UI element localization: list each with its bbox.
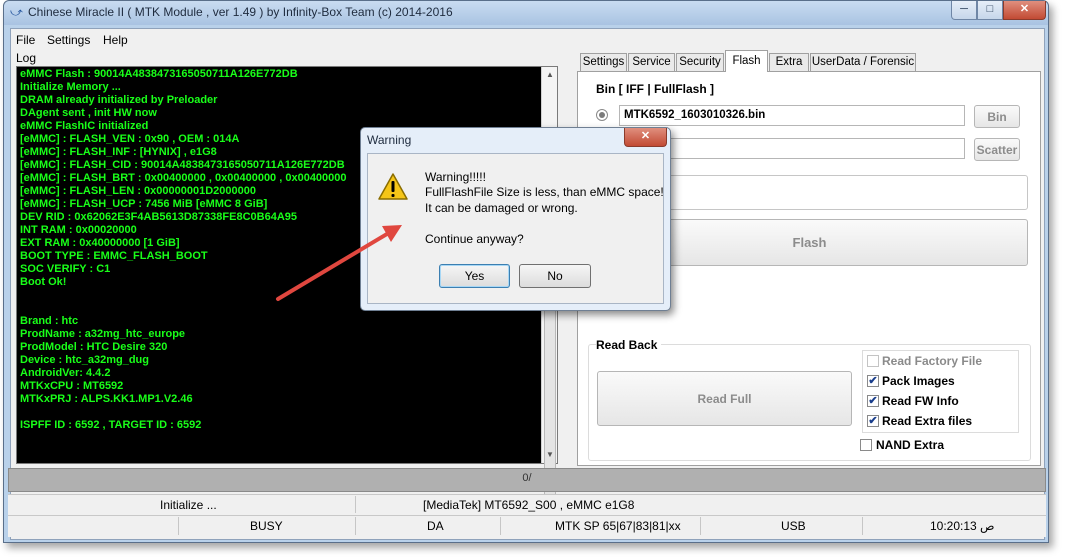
status-divider (700, 517, 701, 535)
log-line: eMMC FlashIC initialized (20, 120, 149, 132)
dialog-question: Continue anyway? (425, 232, 524, 246)
status-divider (355, 496, 356, 513)
readback-label: Read Back (596, 338, 662, 352)
log-line: Boot Ok! (20, 276, 67, 288)
log-line: [eMMC] : FLASH_INF : [HYNIX] , e1G8 (20, 146, 217, 158)
log-line: [eMMC] : FLASH_CID : 90014A4838473165050… (20, 159, 345, 171)
read-fw-info-checkbox[interactable]: ✔ (867, 395, 879, 407)
log-line: EXT RAM : 0x40000000 [1 GiB] (20, 237, 180, 249)
progress-text: 0/ (522, 472, 532, 484)
log-line: [eMMC] : FLASH_UCP : 7456 MiB [eMMC 8 Gi… (20, 198, 268, 210)
status-divider (178, 517, 179, 535)
log-label: Log (16, 51, 37, 65)
dialog-line-1: Warning!!!!! (425, 170, 486, 184)
log-line: DAgent sent , init HW now (20, 107, 157, 119)
annotation-arrow-icon (270, 215, 410, 310)
status-mtk-sp: MTK SP 65|67|83|81|xx (555, 519, 681, 533)
status-divider (355, 517, 356, 535)
read-full-button[interactable]: Read Full (597, 371, 852, 426)
pack-images-checkbox[interactable]: ✔ (867, 375, 879, 387)
log-line: ISPFF ID : 6592 , TARGET ID : 6592 (20, 419, 202, 431)
dialog-body (367, 153, 664, 304)
log-line: AndroidVer: 4.4.2 (20, 367, 111, 379)
log-line: [eMMC] : FLASH_LEN : 0x00000001D2000000 (20, 185, 256, 197)
bin-button[interactable]: Bin (974, 105, 1020, 128)
log-line: Device : htc_a32mg_dug (20, 354, 149, 366)
menu-file[interactable]: File (16, 33, 35, 47)
read-factory-file-checkbox[interactable] (867, 355, 879, 367)
minimize-button[interactable]: ─ (951, 1, 977, 20)
bin-radio[interactable] (596, 109, 608, 121)
dialog-close-button[interactable]: ✕ (624, 128, 667, 147)
yes-button[interactable]: Yes (439, 264, 510, 288)
tab-settings[interactable]: Settings (580, 53, 627, 71)
log-line: [eMMC] : FLASH_BRT : 0x00400000 , 0x0040… (20, 172, 347, 184)
pack-images-label: Pack Images (882, 374, 955, 388)
status-divider (500, 517, 501, 535)
log-line: MTKxCPU : MT6592 (20, 380, 124, 392)
status-usb: USB (781, 519, 806, 533)
tab-userdata-forensic[interactable]: UserData / Forensic (810, 53, 916, 71)
status-device-info: [MediaTek] MT6592_S00 , eMMC e1G8 (423, 498, 635, 512)
status-da: DA (427, 519, 444, 533)
window-title: Chinese Miracle II ( MTK Module , ver 1.… (28, 5, 453, 19)
log-line: SOC VERIFY : C1 (20, 263, 111, 275)
log-line: INT RAM : 0x00020000 (20, 224, 137, 236)
warning-icon (377, 172, 409, 202)
app-logo-icon: ⤻ (10, 5, 23, 19)
read-extra-files-checkbox[interactable]: ✔ (867, 415, 879, 427)
status-clock: 10:20:13 ص (930, 519, 995, 533)
log-line: ProdModel : HTC Desire 320 (20, 341, 168, 353)
log-line: eMMC Flash : 90014A4838473165050711A126E… (20, 68, 298, 80)
dialog-title: Warning (367, 133, 412, 147)
bin-group-label: Bin [ IFF | FullFlash ] (596, 82, 715, 96)
tab-extra[interactable]: Extra (769, 53, 809, 71)
read-fw-info-label: Read FW Info (882, 394, 959, 408)
dialog-line-2: FullFlashFile Size is less, than eMMC sp… (425, 185, 664, 199)
menu-help[interactable]: Help (103, 33, 128, 47)
log-line: Brand : htc (20, 315, 79, 327)
log-line: Initialize Memory ... (20, 81, 121, 93)
status-bar-bottom (8, 515, 1046, 537)
log-line: BOOT TYPE : EMMC_FLASH_BOOT (20, 250, 208, 262)
log-line: [eMMC] : FLASH_VEN : 0x90 , OEM : 014A (20, 133, 240, 145)
menu-bar (11, 29, 1044, 49)
log-line: DRAM already initialized by Preloader (20, 94, 218, 106)
status-busy: BUSY (250, 519, 283, 533)
scroll-up-icon[interactable]: ▲ (542, 67, 558, 83)
nand-extra-checkbox[interactable] (860, 439, 872, 451)
tab-flash[interactable]: Flash (725, 50, 768, 72)
log-line: ProdName : a32mg_htc_europe (20, 328, 186, 340)
tab-security[interactable]: Security (676, 53, 724, 71)
dialog-line-3: It can be damaged or wrong. (425, 201, 578, 215)
menu-settings[interactable]: Settings (47, 33, 90, 47)
scroll-down-icon[interactable]: ▼ (542, 447, 558, 463)
status-operation: Initialize ... (160, 498, 217, 512)
log-line: DEV RID : 0x62062E3F4AB5613D87338FE8C0B6… (20, 211, 297, 223)
nand-extra-label: NAND Extra (876, 438, 945, 452)
maximize-button[interactable]: □ (977, 1, 1003, 20)
no-button[interactable]: No (519, 264, 591, 288)
read-factory-file-label: Read Factory File (882, 354, 983, 368)
status-divider (862, 517, 863, 535)
read-extra-files-label: Read Extra files (882, 414, 973, 428)
bin-file-field[interactable]: MTK6592_1603010326.bin (619, 105, 965, 126)
log-line: MTKxPRJ : ALPS.KK1.MP1.V2.46 (20, 393, 193, 405)
close-button[interactable]: ✕ (1003, 1, 1046, 20)
scatter-button[interactable]: Scatter (974, 138, 1020, 161)
tab-service[interactable]: Service (628, 53, 675, 71)
